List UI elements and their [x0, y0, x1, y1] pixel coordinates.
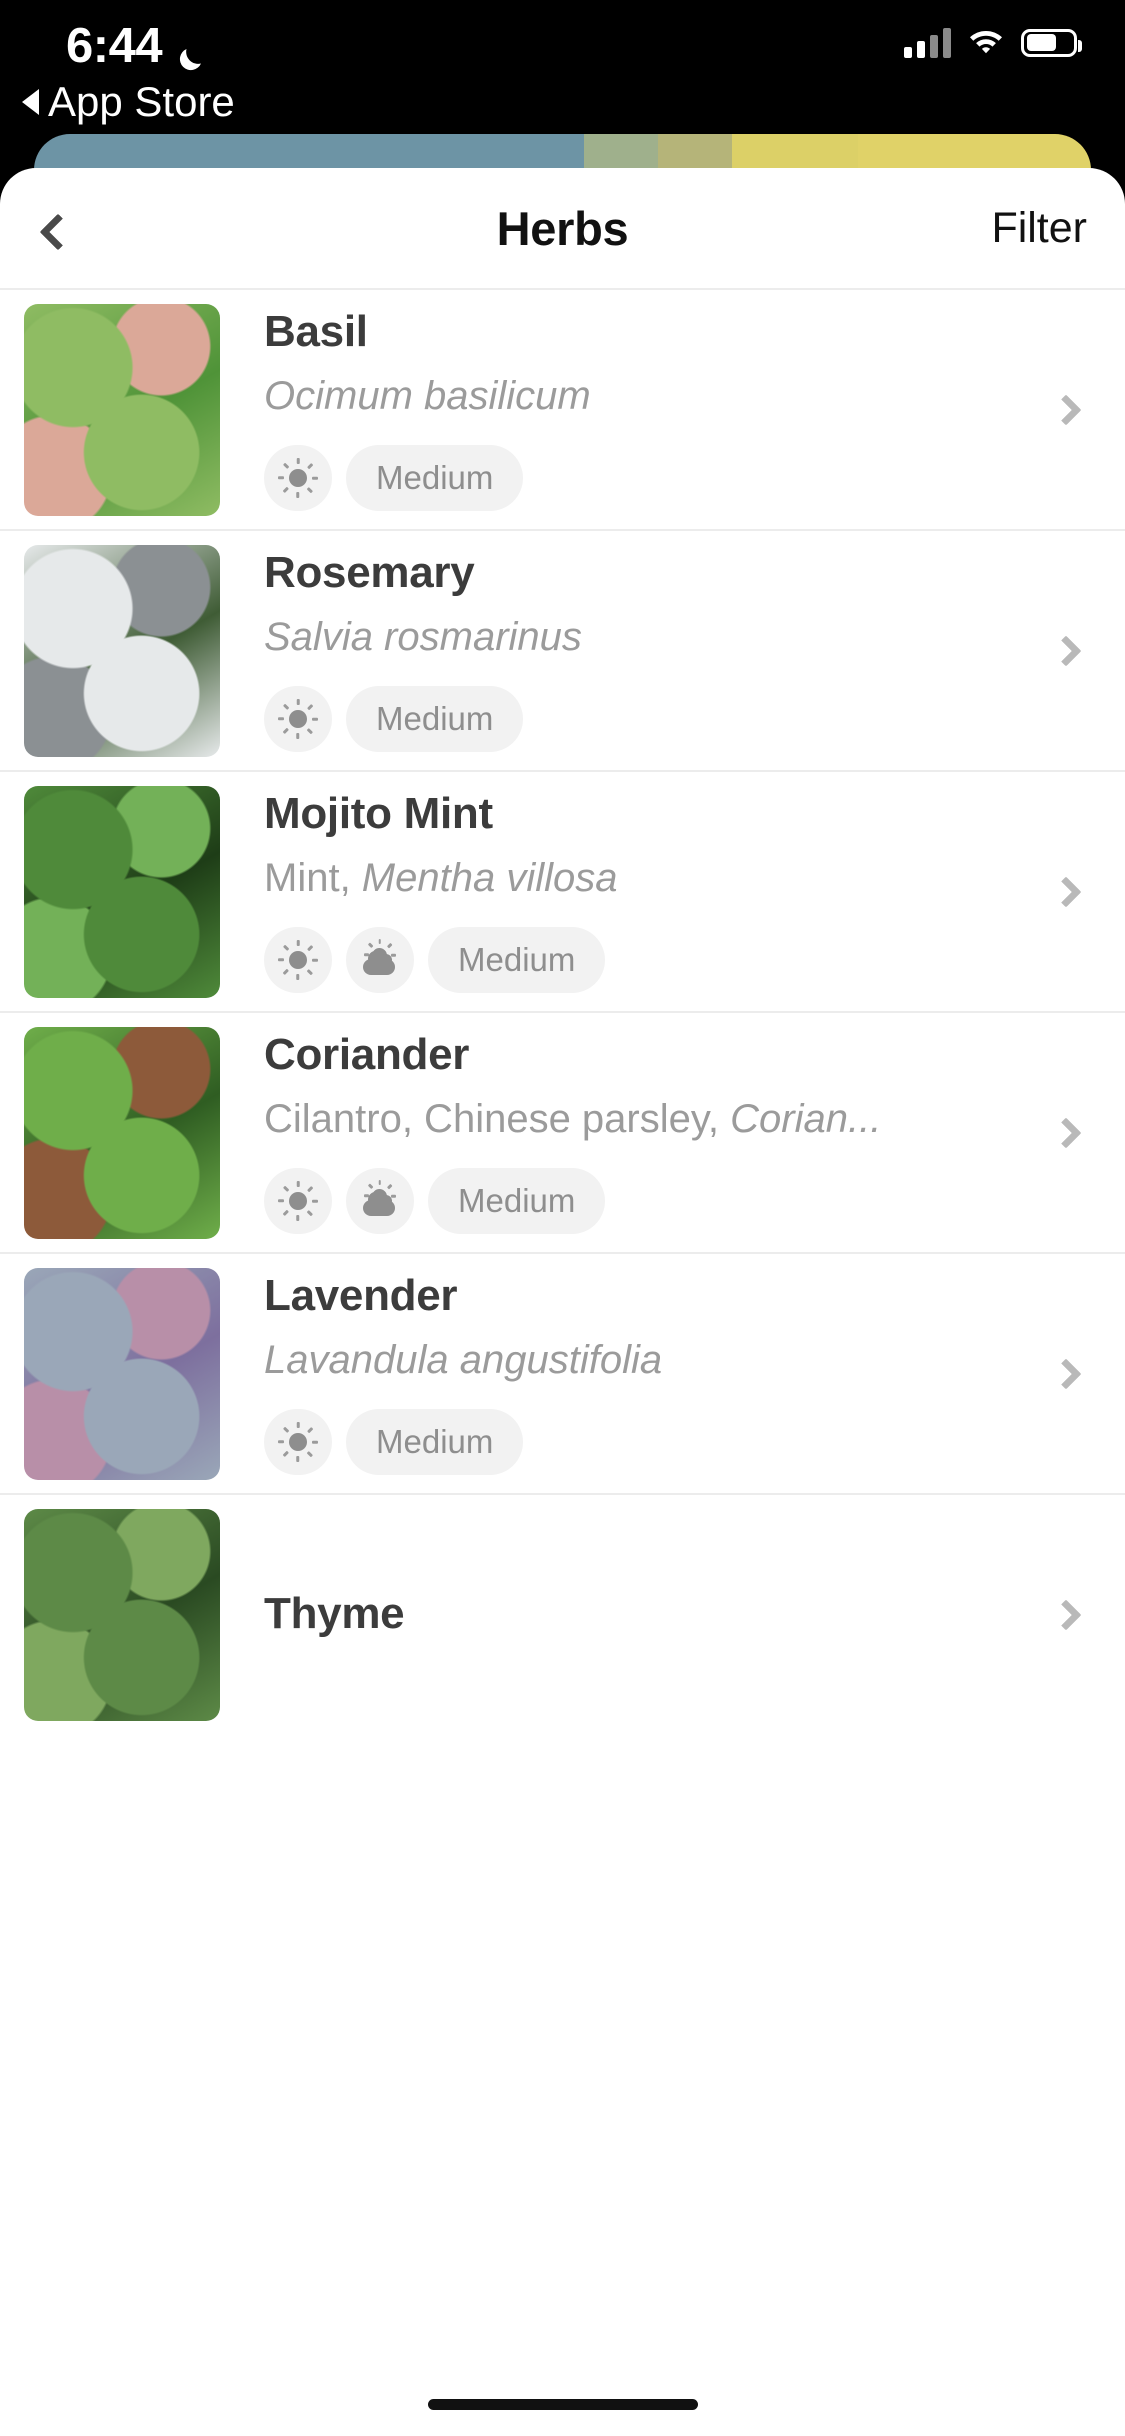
light-requirement-pill: [264, 444, 332, 511]
herb-list-item[interactable]: Coriander Cilantro, Chinese parsley, Cori…: [0, 1011, 1125, 1252]
herb-name: Mojito Mint: [264, 789, 493, 839]
herb-latin-name: Salvia rosmarinus: [264, 614, 582, 659]
herb-row-text: Coriander Cilantro, Chinese parsley, Cori…: [264, 1030, 1125, 1234]
return-app-label: App Store: [48, 78, 235, 125]
moon-icon: [174, 32, 208, 71]
sun-icon: [278, 939, 318, 980]
herb-thumbnail: [24, 785, 220, 998]
herb-name: Coriander: [264, 1030, 470, 1080]
light-requirement-pill: [264, 1408, 332, 1475]
light-requirement-pill: [264, 926, 332, 993]
herb-attribute-pills: Medium: [264, 444, 1015, 511]
herb-botanical-name: Ocimum basilicum: [264, 373, 1015, 419]
herbs-list: Basil Ocimum basilicum Medium Rosemary Salvi…: [0, 288, 1125, 1734]
herb-list-item[interactable]: Mojito Mint Mint, Mentha villosa Medium: [0, 770, 1125, 1011]
status-bar-indicators: [904, 26, 1082, 59]
herb-attribute-pills: Medium: [264, 1167, 1015, 1234]
navigation-bar: Herbs Filter: [0, 168, 1125, 288]
water-requirement-pill: Medium: [428, 926, 606, 993]
herb-botanical-name: Lavandula angustifolia: [264, 1337, 1015, 1383]
herb-attribute-pills: Medium: [264, 1408, 1015, 1475]
status-bar-time-group: 6:44: [66, 18, 208, 74]
herb-row-text: Thyme: [264, 1589, 1125, 1639]
clock-label: 6:44: [66, 19, 163, 73]
light-requirement-pill: [346, 926, 414, 993]
water-requirement-pill: Medium: [428, 1167, 606, 1234]
herb-thumbnail: [24, 1267, 220, 1480]
herb-attribute-pills: Medium: [264, 685, 1015, 752]
sun-icon: [278, 457, 318, 498]
herb-name: Thyme: [264, 1589, 405, 1639]
herb-attribute-pills: Medium: [264, 926, 1015, 993]
water-requirement-pill: Medium: [346, 685, 524, 752]
herb-row-text: Lavender Lavandula angustifolia Medium: [264, 1271, 1125, 1475]
home-indicator[interactable]: [427, 2399, 698, 2410]
status-bar: 6:44 App Store: [0, 0, 1125, 132]
herb-row-text: Basil Ocimum basilicum Medium: [264, 307, 1125, 511]
herb-list-item[interactable]: Thyme: [0, 1493, 1125, 1734]
filter-button[interactable]: Filter: [991, 204, 1087, 253]
herb-latin-name: Mentha villosa: [361, 855, 618, 900]
water-requirement-pill: Medium: [346, 1408, 524, 1475]
herb-common-names: Mint,: [264, 855, 362, 900]
herb-name: Basil: [264, 307, 368, 357]
herb-latin-name: Ocimum basilicum: [264, 373, 591, 418]
return-to-app-store-link[interactable]: App Store: [22, 78, 235, 126]
herb-latin-name: Corian...: [730, 1096, 882, 1141]
herb-row-text: Mojito Mint Mint, Mentha villosa Medium: [264, 789, 1125, 993]
sun-icon: [278, 1421, 318, 1462]
water-requirement-pill: Medium: [346, 444, 524, 511]
wifi-icon: [967, 26, 1005, 59]
herb-name: Rosemary: [264, 548, 475, 598]
sun-behind-cloud-icon: [359, 1180, 401, 1221]
sun-icon: [278, 1180, 318, 1221]
herb-list-item[interactable]: Lavender Lavandula angustifolia Medium: [0, 1252, 1125, 1493]
light-requirement-pill: [264, 685, 332, 752]
cellular-signal-icon: [904, 27, 951, 58]
herb-thumbnail: [24, 1026, 220, 1239]
sun-behind-cloud-icon: [359, 939, 401, 980]
battery-icon: [1021, 28, 1082, 57]
herb-botanical-name: Mint, Mentha villosa: [264, 855, 1015, 901]
herb-common-names: Cilantro, Chinese parsley,: [264, 1096, 731, 1141]
herb-thumbnail: [24, 303, 220, 516]
triangle-left-icon: [22, 89, 39, 115]
herb-row-text: Rosemary Salvia rosmarinus Medium: [264, 548, 1125, 752]
herb-botanical-name: Salvia rosmarinus: [264, 614, 1015, 660]
herb-list-item[interactable]: Basil Ocimum basilicum Medium: [0, 288, 1125, 529]
herb-name: Lavender: [264, 1271, 458, 1321]
herb-botanical-name: Cilantro, Chinese parsley, Corian...: [264, 1096, 1015, 1142]
light-requirement-pill: [346, 1167, 414, 1234]
herb-list-item[interactable]: Rosemary Salvia rosmarinus Medium: [0, 529, 1125, 770]
sun-icon: [278, 698, 318, 739]
herb-thumbnail: [24, 544, 220, 757]
light-requirement-pill: [264, 1167, 332, 1234]
herb-latin-name: Lavandula angustifolia: [264, 1337, 663, 1382]
herbs-sheet: Herbs Filter Basil Ocimum basilicum Medium…: [0, 168, 1125, 2436]
herb-thumbnail: [24, 1508, 220, 1721]
page-title: Herbs: [496, 201, 629, 255]
